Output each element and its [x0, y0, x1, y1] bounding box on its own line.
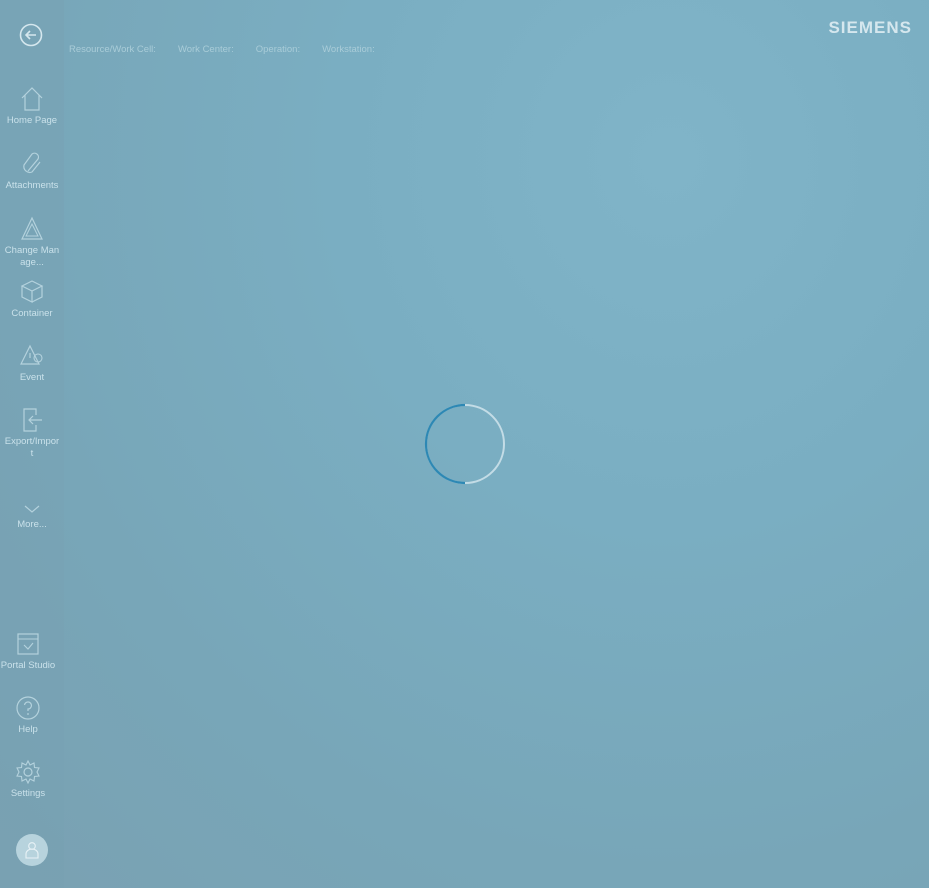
sidebar-item-attachments[interactable]: Attachments: [0, 151, 64, 192]
workstation-label[interactable]: Workstation:: [322, 44, 375, 55]
sidebar-item-label: Settings: [10, 788, 46, 799]
sidebar-item-label: More...: [17, 519, 47, 530]
sidebar-item-change-management[interactable]: Change Manage...: [0, 216, 64, 269]
sidebar-item-label: Help: [18, 724, 38, 735]
sidebar-item-portal-studio[interactable]: Portal Studio: [0, 631, 60, 672]
home-icon: [21, 87, 43, 111]
sidebar-item-home-page[interactable]: Home Page: [0, 86, 64, 127]
sidebar-item-label: Attachments: [5, 180, 59, 191]
portal-studio-icon: [17, 633, 39, 655]
loading-spinner: [424, 403, 505, 485]
sidebar-item-export-import[interactable]: Export/Import: [0, 407, 64, 460]
back-button[interactable]: [18, 22, 44, 48]
context-bar: Resource/Work Cell: Work Center: Operati…: [69, 44, 375, 55]
user-icon: [25, 842, 39, 859]
sidebar-item-label: Portal Studio: [0, 660, 56, 671]
sidebar-item-label: Export/Import: [4, 436, 60, 459]
sidebar-item-more[interactable]: More...: [0, 502, 64, 531]
sidebar-item-container[interactable]: Container: [0, 279, 64, 320]
sidebar: Home Page Attachments Change Manage... C…: [0, 0, 64, 888]
sidebar-item-event[interactable]: Event: [0, 343, 64, 384]
paperclip-icon: [23, 152, 41, 173]
sidebar-item-help[interactable]: Help: [0, 695, 60, 736]
chevron-down-icon: [24, 505, 40, 513]
sidebar-item-label: Container: [11, 308, 53, 319]
export-import-icon: [23, 408, 42, 432]
siemens-logo: SIEMENS: [828, 18, 912, 37]
triangle-icon: [21, 216, 43, 240]
event-icon: [20, 344, 43, 365]
work-center-label[interactable]: Work Center:: [178, 44, 234, 55]
sidebar-item-settings[interactable]: Settings: [0, 759, 60, 800]
back-arrow-icon: [19, 23, 43, 47]
help-icon: [16, 696, 40, 720]
gear-icon: [16, 759, 40, 785]
user-avatar[interactable]: [16, 834, 48, 866]
resource-work-cell-label[interactable]: Resource/Work Cell:: [69, 44, 156, 55]
operation-label[interactable]: Operation:: [256, 44, 300, 55]
sidebar-item-label: Event: [19, 372, 45, 383]
sidebar-item-label: Home Page: [6, 115, 58, 126]
sidebar-item-label: Change Manage...: [4, 245, 60, 268]
box-icon: [20, 280, 44, 303]
